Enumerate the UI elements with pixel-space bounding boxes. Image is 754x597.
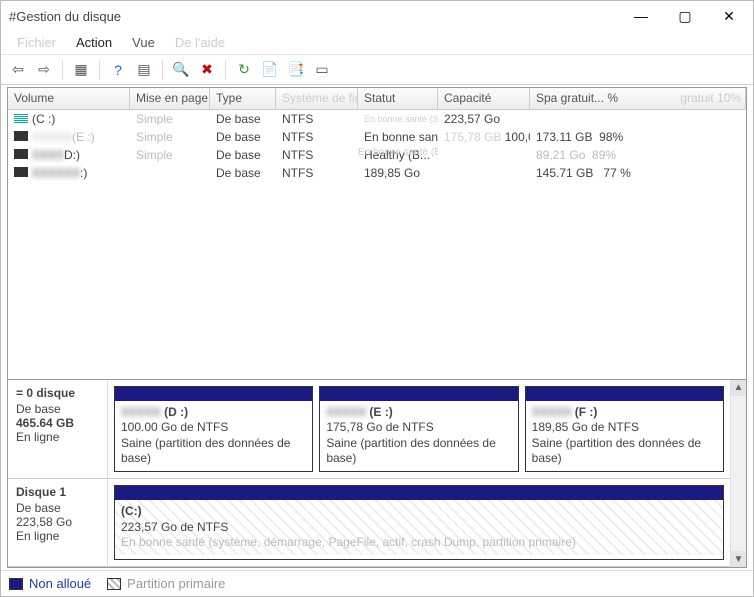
scroll-down-icon[interactable]: ▼ <box>731 551 746 567</box>
new-icon[interactable]: 📄 <box>259 59 281 81</box>
th-layout[interactable]: Mise en page <box>130 88 210 109</box>
table-row[interactable]: XXXXXX:) De base NTFS 189,85 Go 145.71 G… <box>8 164 746 182</box>
table-row[interactable]: XXXXD:) Simple De base NTFS Healthy (B..… <box>8 146 746 164</box>
disk-label: = 0 disque De base 465.64 GB En ligne <box>8 380 108 478</box>
toolbar: ⇦ ⇨ ▦ ? ▤ 🔍 ✖ ↻ 📄 📑 ▭ <box>1 55 753 85</box>
menu-help[interactable]: De l'aide <box>165 32 235 53</box>
disk-row-1: Disque 1 De base 223,58 Go En ligne (C:)… <box>8 479 730 567</box>
menu-action[interactable]: Action <box>66 32 122 53</box>
table-row[interactable]: (C :) Simple De base NTFS En bonne santé… <box>8 110 746 128</box>
legend-unallocated-icon <box>9 578 23 590</box>
help-icon[interactable]: ? <box>107 59 129 81</box>
list-icon[interactable]: ▤ <box>133 59 155 81</box>
forward-icon[interactable]: ⇨ <box>33 59 55 81</box>
delete-icon[interactable]: ✖ <box>196 59 218 81</box>
volume-icon <box>14 131 28 141</box>
th-free[interactable]: Spa gratuit... % gratuit 10% <box>530 88 746 109</box>
legend-unallocated: Non alloué <box>29 576 91 591</box>
th-capacity[interactable]: Capacité <box>438 88 530 109</box>
view-icon[interactable]: ▦ <box>70 59 92 81</box>
th-volume[interactable]: Volume <box>8 88 130 109</box>
th-filesystem[interactable]: Système de fichiers <box>276 88 358 109</box>
table-header: Volume Mise en page Type Système de fich… <box>8 88 746 110</box>
scroll-up-icon[interactable]: ▲ <box>731 380 746 396</box>
menu-view[interactable]: Vue <box>122 32 165 53</box>
legend-primary: Partition primaire <box>127 576 225 591</box>
partition-d[interactable]: XXXXX (D :) 100.00 Go de NTFS Saine (par… <box>114 386 313 472</box>
export-icon[interactable]: 📑 <box>285 59 307 81</box>
scrollbar[interactable]: ▲ ▼ <box>730 380 746 567</box>
disk-graph-area: = 0 disque De base 465.64 GB En ligne XX… <box>8 379 746 567</box>
partition-c[interactable]: (C:) 223,57 Go de NTFS En bonne santé (s… <box>114 485 724 560</box>
refresh-icon[interactable]: ↻ <box>233 59 255 81</box>
close-button[interactable]: ✕ <box>707 2 751 30</box>
volume-icon <box>14 167 28 177</box>
back-icon[interactable]: ⇦ <box>7 59 29 81</box>
maximize-button[interactable]: ▢ <box>663 2 707 30</box>
search-icon[interactable]: 🔍 <box>170 59 192 81</box>
partition-f[interactable]: XXXXX (F :) 189,85 Go de NTFS Saine (par… <box>525 386 724 472</box>
volume-icon <box>14 113 28 123</box>
volume-list: (C :) Simple De base NTFS En bonne santé… <box>8 110 746 379</box>
menu-file[interactable]: Fichier <box>7 32 66 53</box>
minimize-button[interactable]: — <box>619 2 663 30</box>
title-bar: #Gestion du disque — ▢ ✕ <box>1 1 753 31</box>
main-content: Volume Mise en page Type Système de fich… <box>7 87 747 568</box>
properties-icon[interactable]: ▭ <box>311 59 333 81</box>
legend: Non alloué Partition primaire <box>1 570 753 596</box>
window-title: #Gestion du disque <box>3 9 619 24</box>
table-row[interactable]: XXXXX(E :) Simple De base NTFS En bonne … <box>8 128 746 146</box>
th-type[interactable]: Type <box>210 88 276 109</box>
legend-primary-icon <box>107 578 121 590</box>
disk-row-0: = 0 disque De base 465.64 GB En ligne XX… <box>8 380 730 479</box>
volume-icon <box>14 149 28 159</box>
disk-label: Disque 1 De base 223,58 Go En ligne <box>8 479 108 566</box>
partition-e[interactable]: XXXXX (E :) 175,78 Go de NTFS Saine (par… <box>319 386 518 472</box>
menu-bar: Fichier Action Vue De l'aide <box>1 31 753 55</box>
th-status[interactable]: Statut <box>358 88 438 109</box>
